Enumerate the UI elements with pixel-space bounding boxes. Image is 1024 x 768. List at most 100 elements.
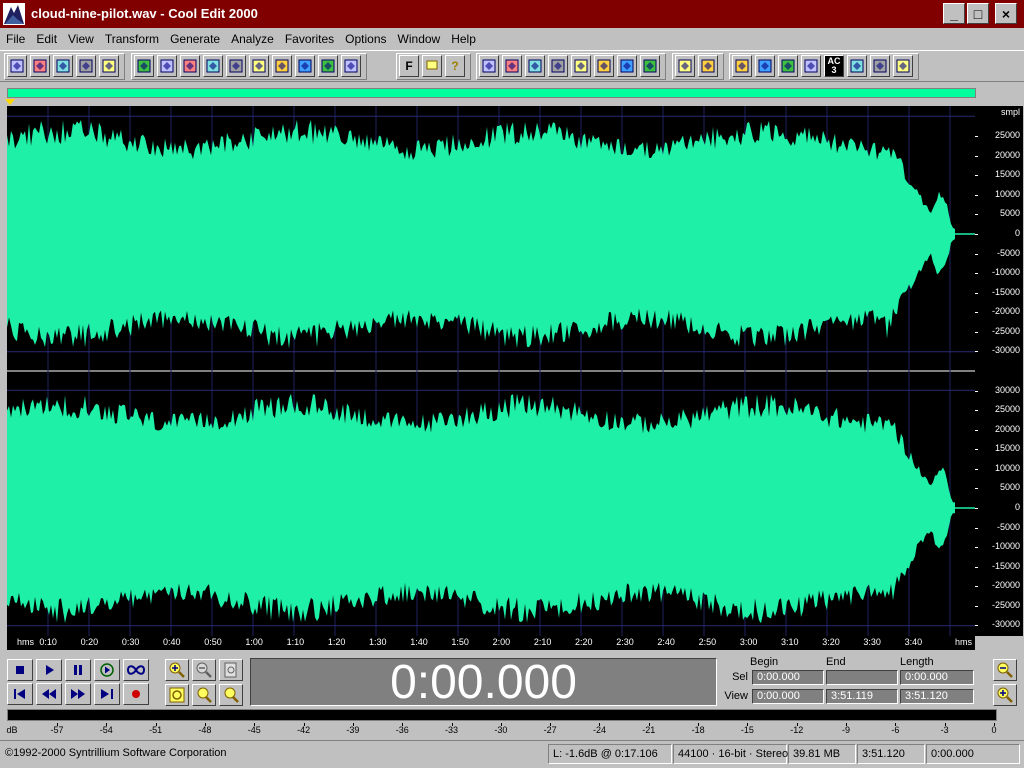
toolbar-undo-button[interactable] — [134, 55, 154, 77]
ruler-time-label: 2:00 — [492, 637, 511, 647]
toolbar-save-all-button[interactable] — [99, 55, 119, 77]
toolbar-silence-button[interactable] — [525, 55, 545, 77]
toolbar-insert-button[interactable] — [295, 55, 315, 77]
ruler-time-label: 0:40 — [163, 637, 181, 647]
zoom-in-icon — [169, 662, 185, 678]
pause-button[interactable] — [65, 659, 91, 681]
meter-db-label: -30 — [494, 725, 508, 735]
toolbar-new-button[interactable] — [7, 55, 27, 77]
view-length-field[interactable]: 3:51.120 — [900, 689, 974, 704]
stop-button[interactable] — [7, 659, 33, 681]
toolbar-reverse-button[interactable] — [502, 55, 522, 77]
sel-begin-field[interactable]: 0:00.000 — [752, 670, 824, 685]
menu-favorites[interactable]: Favorites — [279, 32, 339, 46]
zoom-right-button[interactable] — [219, 684, 243, 706]
toolbar-spectral-button[interactable] — [675, 55, 695, 77]
toolbar-wave-button[interactable] — [847, 55, 867, 77]
amplitude-tick-mark — [975, 273, 978, 275]
menu-options[interactable]: Options — [339, 32, 391, 46]
ruler-time-label: 2:30 — [616, 637, 634, 647]
toolbar-cut-button[interactable] — [180, 55, 200, 77]
zoom-out-horizontal-button[interactable] — [192, 659, 216, 681]
go-to-end-button[interactable] — [94, 683, 120, 705]
loop-button[interactable] — [123, 659, 149, 681]
menu-window[interactable]: Window — [392, 32, 446, 46]
meter-db-label: -3 — [940, 725, 949, 735]
close-button[interactable]: × — [995, 3, 1017, 24]
play-to-end-button[interactable] — [94, 659, 120, 681]
toolbar-copy-button[interactable] — [203, 55, 223, 77]
status-duration: 3:51.120 — [857, 744, 925, 764]
maximize-button[interactable]: □ — [967, 3, 989, 24]
zoom-selection-button[interactable] — [165, 684, 189, 706]
toolbar-convert-button[interactable] — [318, 55, 338, 77]
toolbar-mix-paste-button[interactable] — [272, 55, 292, 77]
toolbar-meter-button[interactable] — [801, 55, 821, 77]
menu-file[interactable]: File — [0, 32, 30, 46]
toolbar-open-button[interactable] — [30, 55, 50, 77]
amplitude-tick-mark — [975, 566, 978, 568]
go-to-start-button[interactable] — [7, 683, 33, 705]
menu-view[interactable]: View — [62, 32, 99, 46]
ruler-time-label: 1:50 — [451, 637, 469, 647]
menu-analyze[interactable]: Analyze — [225, 32, 279, 46]
toolbar-note-button[interactable] — [893, 55, 913, 77]
zoom-left-button[interactable] — [192, 684, 216, 706]
toolbar-grid-button[interactable] — [698, 55, 718, 77]
rewind-button[interactable] — [36, 683, 62, 705]
toolbar-magnet-button[interactable] — [755, 55, 775, 77]
zoom-full-button[interactable] — [219, 659, 243, 681]
toolbar-trim-button[interactable] — [249, 55, 269, 77]
view-begin-field[interactable]: 0:00.000 — [752, 689, 824, 704]
toolbar-stretch-button[interactable] — [617, 55, 637, 77]
playhead-marker-icon[interactable] — [5, 99, 15, 105]
amplitude-tick-label: -20000 — [991, 306, 1020, 317]
time-ruler[interactable]: hms hms 0:10 0:20 0:30 0:40 0:50 1:00 1:10 1:20… — [7, 636, 975, 650]
app-icon[interactable] — [3, 3, 25, 25]
toolbar-save-button[interactable] — [53, 55, 73, 77]
amplitude-tick-mark — [975, 351, 978, 353]
silence-icon — [528, 59, 542, 73]
toolbar-filter-button[interactable] — [594, 55, 614, 77]
toolbar-paste-button[interactable] — [226, 55, 246, 77]
reverse-icon — [505, 59, 519, 73]
minimize-button[interactable]: _ — [943, 3, 965, 24]
menu-generate[interactable]: Generate — [164, 32, 225, 46]
skip-forward-icon — [101, 689, 113, 699]
toolbar-noise-button[interactable] — [640, 55, 660, 77]
waveform-display[interactable] — [7, 106, 975, 636]
zoom-in-horizontal-button[interactable] — [165, 659, 189, 681]
sel-end-field[interactable] — [826, 670, 898, 685]
toolbar-save-as-button[interactable] — [76, 55, 96, 77]
toolbar-loop-button[interactable] — [157, 55, 177, 77]
zoom-out-vertical-button[interactable] — [993, 684, 1017, 706]
toolbar-favorites_f-button[interactable]: F — [399, 55, 419, 77]
toolbar-ac3-button[interactable]: AC 3 — [824, 55, 844, 77]
toolbar-cd-button[interactable] — [341, 55, 361, 77]
menu-help[interactable]: Help — [445, 32, 481, 46]
menu-edit[interactable]: Edit — [30, 32, 62, 46]
zoom-in-vertical-button[interactable] — [993, 659, 1017, 681]
amplitude-tick-mark — [975, 488, 978, 490]
meter-tick — [796, 723, 798, 726]
scale-unit: smpl — [1000, 107, 1020, 117]
menu-transform[interactable]: Transform — [99, 32, 164, 46]
toolbar-stereo-button[interactable] — [778, 55, 798, 77]
toolbar-normalize-button[interactable] — [479, 55, 499, 77]
overview-bar[interactable] — [7, 88, 976, 98]
rewind-icon — [42, 689, 56, 699]
sel-length-field[interactable]: 0:00.000 — [900, 670, 974, 685]
status-position: 0:00.000 — [926, 744, 1020, 764]
amplitude-tick-label: 0 — [1014, 228, 1020, 238]
play-button[interactable] — [36, 659, 62, 681]
toolbar-script-button[interactable] — [422, 55, 442, 77]
toolbar-help-button[interactable]: ? — [445, 55, 465, 77]
mix-paste-icon — [275, 59, 289, 73]
record-button[interactable] — [123, 683, 149, 705]
view-end-field[interactable]: 3:51.119 — [826, 689, 898, 704]
fast-forward-button[interactable] — [65, 683, 91, 705]
toolbar-fade-button[interactable] — [548, 55, 568, 77]
toolbar-envelope-button[interactable] — [571, 55, 591, 77]
toolbar-channel-button[interactable] — [732, 55, 752, 77]
toolbar-tuning-button[interactable] — [870, 55, 890, 77]
